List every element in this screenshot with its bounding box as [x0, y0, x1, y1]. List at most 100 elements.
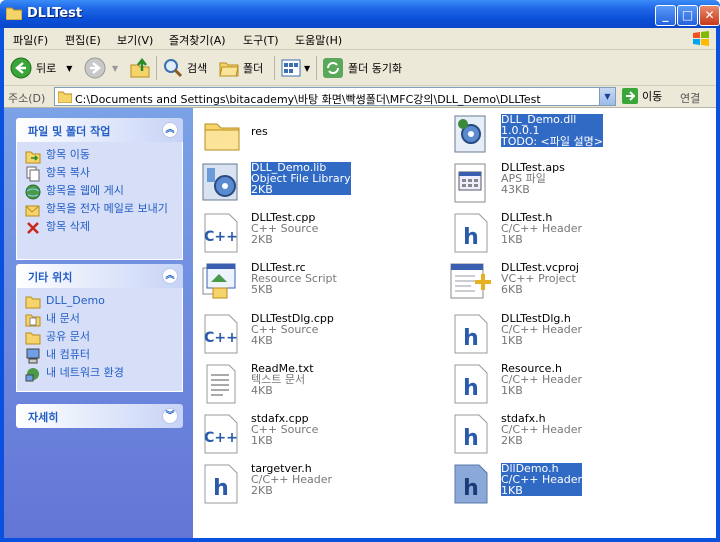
place-my-documents[interactable]: 내 문서 [25, 312, 174, 328]
computer-icon [26, 348, 40, 364]
other-places-header[interactable]: 기타 위치 ︽ [16, 264, 183, 288]
menu-bar: 파일(F) 편집(E) 보기(V) 즐겨찾기(A) 도구(T) 도움말(H) [4, 28, 716, 50]
file-size: 5KB [251, 283, 273, 296]
explorer-window: DLLTest _ □ ✕ 파일(F) 편집(E) 보기(V) 즐겨찾기(A) … [0, 0, 720, 542]
file-size: 43KB [501, 183, 530, 196]
panel-title: 파일 및 폴더 작업 [28, 125, 111, 138]
go-label: 이동 [642, 90, 663, 103]
up-folder-button[interactable] [129, 56, 151, 80]
address-dropdown-icon[interactable]: ▼ [599, 88, 615, 105]
file-size: 2KB [501, 434, 523, 447]
file-item[interactable]: C++ DLLTestDlg.cpp C++ Source 4KB [199, 311, 449, 359]
file-item[interactable]: DLLTest.rc Resource Script 5KB [199, 260, 449, 308]
file-description: TODO: <파일 설명> [501, 135, 603, 148]
forward-dropdown-icon[interactable]: ▼ [112, 64, 118, 73]
place-dll-demo[interactable]: DLL_Demo [25, 294, 174, 310]
folder-icon [6, 7, 22, 20]
title-bar[interactable]: DLLTest _ □ ✕ [0, 0, 720, 28]
file-item[interactable]: DLLTest.aps APS 파일 43KB [449, 160, 699, 208]
details-header[interactable]: 자세히 ︾ [16, 404, 183, 428]
place-label: 공유 문서 [46, 330, 90, 343]
views-button[interactable]: ▼ [280, 56, 310, 80]
folder-icon [204, 123, 240, 151]
file-folder-tasks-header[interactable]: 파일 및 폴더 작업 ︽ [16, 118, 183, 142]
svg-text:C++: C++ [204, 330, 238, 346]
svg-text:h: h [463, 426, 479, 451]
menu-file[interactable]: 파일(F) [13, 32, 48, 48]
back-dropdown-icon[interactable]: ▼ [66, 64, 72, 73]
file-meta: DLL_Demo.lib Object File Library 2KB [251, 162, 351, 195]
file-size: 1KB [501, 384, 523, 397]
file-item[interactable]: DLL_Demo.dll 1.0.0.1 TODO: <파일 설명> [449, 112, 699, 160]
menu-help[interactable]: 도움말(H) [295, 32, 342, 48]
file-size: 2KB [251, 183, 273, 196]
file-item[interactable]: DLLTest.vcproj VC++ Project 6KB [449, 260, 699, 308]
forward-button[interactable]: ▼ [84, 56, 118, 80]
file-item[interactable]: h DLLTestDlg.h C/C++ Header 1KB [449, 311, 699, 359]
folder-sync-label: 폴더 동기화 [348, 62, 403, 75]
links-button[interactable]: 연결 [680, 90, 700, 106]
minimize-button[interactable]: _ [655, 5, 676, 26]
svg-text:h: h [463, 225, 479, 250]
folder-sync-button[interactable]: 폴더 동기화 [322, 56, 402, 80]
file-item[interactable]: h DLLTest.h C/C++ Header 1KB [449, 210, 699, 258]
file-item[interactable]: res [199, 112, 449, 160]
file-meta: DLLTest.cpp C++ Source 2KB [251, 212, 318, 245]
maximize-button[interactable]: □ [677, 5, 698, 26]
collapse-chevron-icon[interactable]: ︽ [162, 268, 178, 284]
details-panel: 자세히 ︾ [16, 404, 183, 428]
email-icon [25, 205, 40, 217]
task-delete[interactable]: 항목 삭제 [25, 220, 174, 236]
file-meta: DLLTestDlg.cpp C++ Source 4KB [251, 313, 334, 346]
address-bar: 주소(D) C:\Documents and Settings\bitacade… [4, 86, 716, 108]
place-label: DLL_Demo [46, 294, 105, 307]
file-meta: DLLTest.vcproj VC++ Project 6KB [501, 262, 579, 295]
file-item[interactable]: C++ stdafx.cpp C++ Source 1KB [199, 411, 449, 459]
delete-icon [27, 222, 39, 234]
folders-button[interactable]: 폴더 [218, 56, 263, 80]
search-icon [164, 59, 183, 78]
file-item[interactable]: h Resource.h C/C++ Header 1KB [449, 361, 699, 409]
header-icon: h [454, 364, 488, 404]
file-item[interactable]: DLL_Demo.lib Object File Library 2KB [199, 160, 449, 208]
views-dropdown-icon[interactable]: ▼ [304, 64, 310, 73]
task-move[interactable]: 항목 이동 [25, 148, 174, 164]
file-item[interactable]: h DllDemo.h C/C++ Header 1KB [449, 461, 699, 509]
menu-view[interactable]: 보기(V) [117, 32, 153, 48]
header-icon: h [454, 213, 488, 253]
address-input[interactable]: C:\Documents and Settings\bitacademy\바탕 … [54, 87, 616, 106]
file-item[interactable]: h stdafx.h C/C++ Header 2KB [449, 411, 699, 459]
back-button[interactable]: 뒤로 ▼ [10, 56, 72, 80]
file-item[interactable]: C++ DLLTest.cpp C++ Source 2KB [199, 210, 449, 258]
cpp-icon: C++ [204, 314, 238, 354]
go-button[interactable]: 이동 [622, 88, 662, 104]
file-item[interactable]: h targetver.h C/C++ Header 2KB [199, 461, 449, 509]
file-item[interactable]: ReadMe.txt 텍스트 문서 4KB [199, 361, 449, 409]
place-network[interactable]: 내 네트워크 환경 [25, 366, 174, 382]
folder-icon [58, 91, 72, 103]
folder-icon [25, 296, 41, 309]
menu-edit[interactable]: 편집(E) [65, 32, 101, 48]
place-shared-documents[interactable]: 공유 문서 [25, 330, 174, 346]
menu-tools[interactable]: 도구(T) [243, 32, 279, 48]
text-icon [206, 364, 236, 404]
file-size: 1KB [501, 484, 523, 497]
task-copy[interactable]: 항목 복사 [25, 166, 174, 182]
file-list: res DLL_Demo.dll 1.0.0.1 TODO: <파일 설명> D… [193, 108, 716, 538]
rc-icon [202, 263, 236, 299]
place-my-computer[interactable]: 내 컴퓨터 [25, 348, 174, 364]
task-email[interactable]: 항목을 전자 메일로 보내기 [25, 202, 174, 218]
file-meta: targetver.h C/C++ Header 2KB [251, 463, 332, 496]
header-icon: h [454, 464, 488, 504]
close-button[interactable]: ✕ [699, 5, 720, 26]
task-publish-web[interactable]: 항목을 웹에 게시 [25, 184, 174, 200]
expand-chevron-icon[interactable]: ︾ [162, 408, 178, 424]
go-arrow-icon [622, 88, 638, 104]
forward-arrow-icon [84, 57, 106, 79]
shared-folder-icon [25, 332, 41, 345]
search-button[interactable]: 검색 [162, 56, 207, 80]
move-icon [25, 151, 41, 164]
collapse-chevron-icon[interactable]: ︽ [162, 122, 178, 138]
menu-favorites[interactable]: 즐겨찾기(A) [169, 32, 226, 48]
cpp-icon: C++ [204, 414, 238, 454]
